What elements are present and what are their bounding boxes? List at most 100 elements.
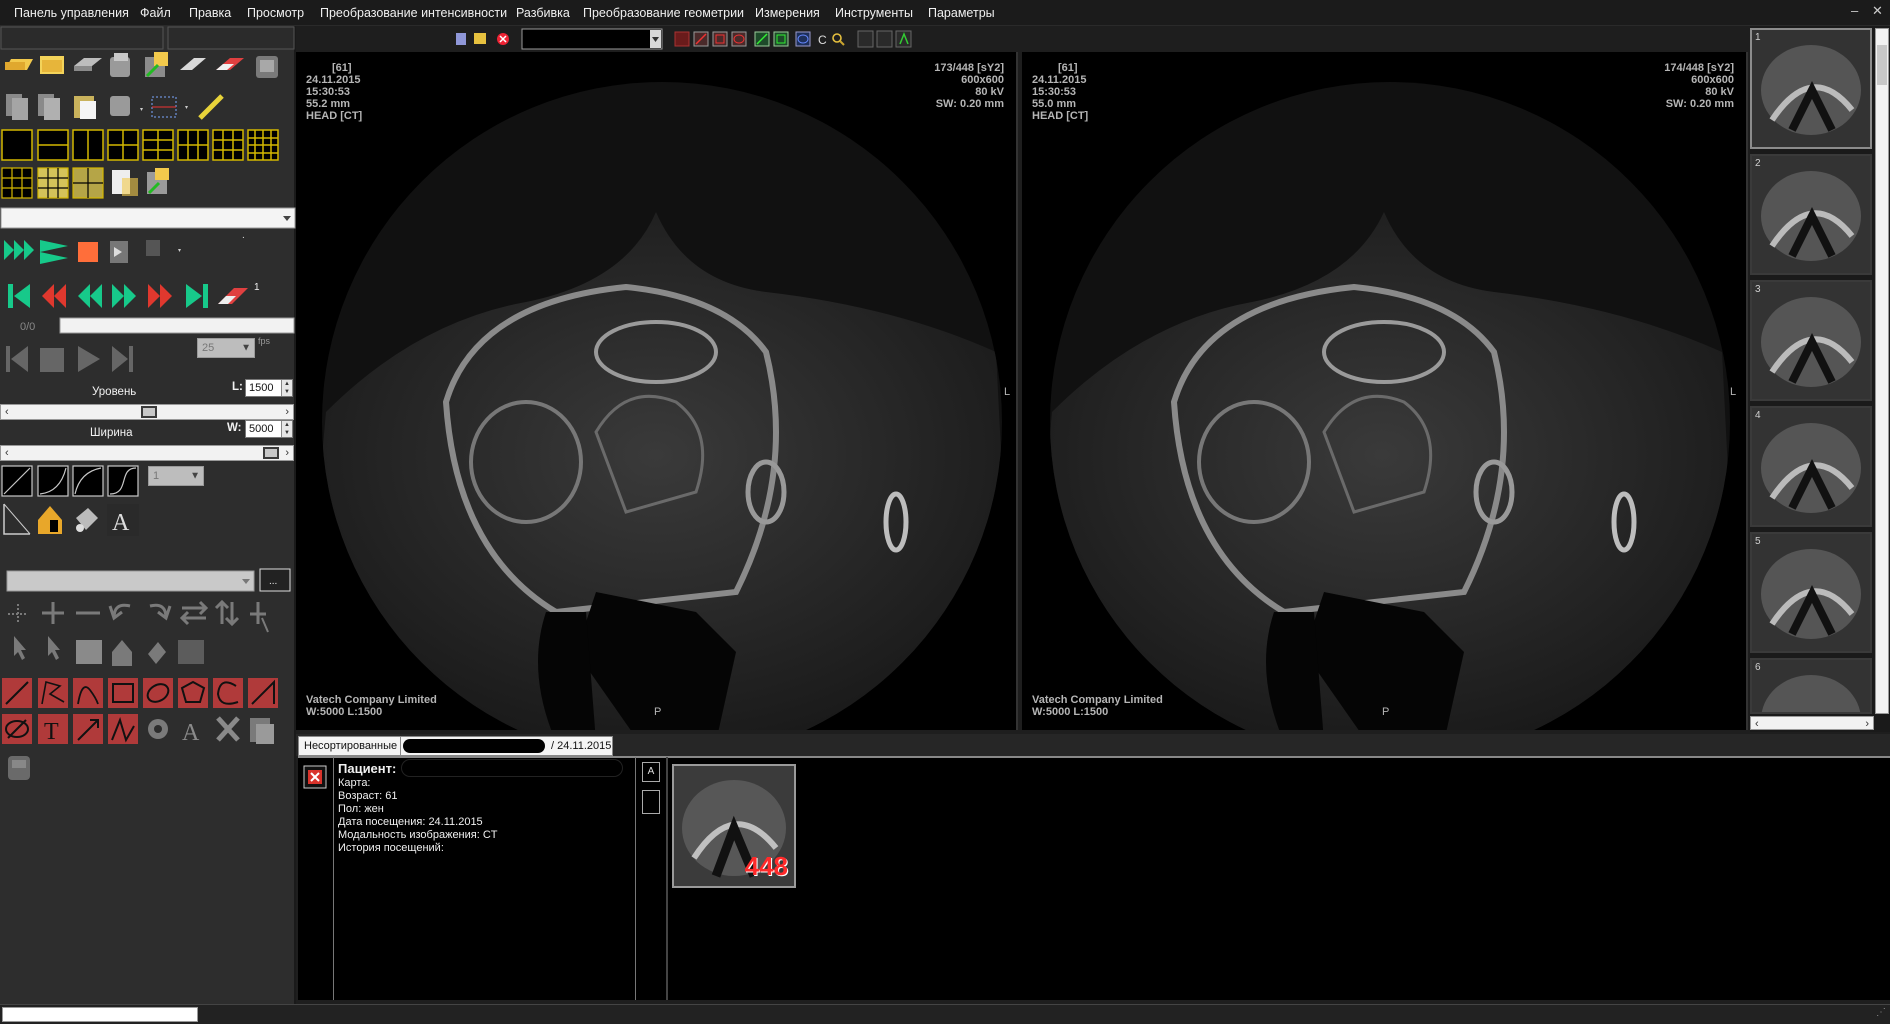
- paste-icon[interactable]: [74, 96, 96, 119]
- level-prefix: L:: [232, 381, 243, 393]
- menu-geometry-transform[interactable]: Преобразование геометрии: [583, 6, 744, 20]
- width-input[interactable]: 5000 ▲ ▼: [245, 420, 293, 438]
- menu-settings[interactable]: Параметры: [928, 6, 995, 20]
- database-icon[interactable]: [110, 53, 130, 77]
- magnifier-icon[interactable]: [832, 33, 842, 43]
- cine-option-dot: .: [242, 230, 245, 241]
- curve-combo[interactable]: 1 ▼: [148, 466, 204, 486]
- menu-control-panel[interactable]: Панель управления: [14, 6, 129, 20]
- menu-intensity-transform[interactable]: Преобразование интенсивности: [320, 6, 507, 20]
- annotation-edit-icon[interactable]: [876, 30, 893, 48]
- storage-icon[interactable]: [8, 756, 30, 780]
- settings-gear-icon[interactable]: [148, 719, 168, 739]
- forward-fast-icon[interactable]: [148, 284, 172, 308]
- ct-slice-image-2: [1050, 82, 1730, 730]
- search-box-2[interactable]: [167, 26, 295, 50]
- left-tool-panel: A ... T A 0/0 . 1 25 ▼ fps Уровень L: 15…: [0, 26, 296, 1004]
- thumbnail-hscroll[interactable]: ‹ ›: [1750, 716, 1874, 730]
- series-side-b-button[interactable]: [642, 790, 660, 814]
- green-box-icon[interactable]: [773, 31, 789, 47]
- document-icon[interactable]: [112, 170, 138, 196]
- viewport-1[interactable]: [61] 24.11.2015 15:30:53 55.2 mm HEAD [C…: [296, 52, 1018, 730]
- disabled-edit-icons: [8, 599, 269, 633]
- box-tool-icon[interactable]: [712, 31, 728, 47]
- first-frame-icon[interactable]: [8, 284, 30, 308]
- copy-all-icon[interactable]: [38, 94, 60, 120]
- frame-scrollbar[interactable]: [59, 317, 295, 334]
- close-window-icon[interactable]: ✕: [1872, 3, 1883, 19]
- folder-icon[interactable]: [474, 33, 486, 44]
- clipboard-icon[interactable]: [250, 718, 274, 744]
- thumbnail-4[interactable]: 4: [1750, 406, 1872, 527]
- library-combo[interactable]: [6, 570, 255, 592]
- page-count: 1: [254, 282, 260, 293]
- speed-combo[interactable]: 25 ▼: [197, 338, 255, 358]
- export-database-icon[interactable]: [145, 52, 168, 78]
- thumbnail-5[interactable]: 5: [1750, 532, 1872, 653]
- text-annotation-icon[interactable]: A: [107, 504, 139, 536]
- annotation-icon[interactable]: [857, 30, 874, 48]
- database-filter-icon[interactable]: [110, 96, 143, 116]
- menu-measurements[interactable]: Измерения: [755, 6, 820, 20]
- thumbnail-3[interactable]: 3: [1750, 280, 1872, 401]
- open-folders-icon[interactable]: [40, 56, 64, 74]
- minimize-icon[interactable]: ‒: [1851, 3, 1858, 18]
- annotation-tools[interactable]: [2, 678, 278, 708]
- layout-advanced-icons[interactable]: [1, 167, 104, 199]
- menu-file[interactable]: Файл: [140, 6, 171, 20]
- cine-options-icon[interactable]: [146, 240, 181, 256]
- preset-combo[interactable]: [521, 28, 663, 50]
- level-slider[interactable]: ‹ ›: [0, 404, 294, 420]
- resize-grip-icon[interactable]: ⋰: [1876, 1007, 1886, 1018]
- series-side-a-button[interactable]: A: [642, 762, 660, 782]
- house-contrast-icon[interactable]: [38, 506, 62, 534]
- menu-split[interactable]: Разбивка: [516, 6, 570, 20]
- cine-list-icon[interactable]: [40, 240, 68, 264]
- disk-icon[interactable]: [74, 58, 102, 71]
- thumbnail-strip: 1 2 3 4 5 6 ‹ ›: [1750, 26, 1890, 732]
- patient-sex: Пол: жен: [338, 803, 384, 815]
- redacted-patient-name: [402, 760, 622, 776]
- forward-icon[interactable]: [112, 284, 136, 308]
- paint-bucket-icon[interactable]: [76, 508, 98, 532]
- eraser-playback-icon[interactable]: [218, 288, 248, 304]
- status-bar: ⋰: [0, 1004, 1890, 1024]
- stop-record-icon[interactable]: [78, 242, 98, 262]
- tab-study-date[interactable]: / 24.11.2015: [400, 736, 613, 756]
- eraser-red-icon[interactable]: [216, 58, 244, 70]
- ruler-icon[interactable]: [198, 94, 224, 120]
- width-slider[interactable]: ‹ ›: [0, 445, 294, 461]
- curve-icons[interactable]: [1, 465, 139, 497]
- page-icon[interactable]: [456, 33, 466, 45]
- menu-edit[interactable]: Правка: [189, 6, 231, 20]
- rewind-icon[interactable]: [78, 284, 102, 308]
- layout-combo[interactable]: [0, 207, 296, 229]
- crop-icon[interactable]: [151, 96, 188, 118]
- print-icon[interactable]: [256, 56, 278, 78]
- rect-roi-icon[interactable]: [674, 31, 690, 47]
- copy-icon[interactable]: [6, 94, 28, 120]
- search-box-1[interactable]: [0, 26, 164, 50]
- thumbnail-scrollbar[interactable]: [1875, 28, 1889, 714]
- tab-unsorted[interactable]: Несортированные: [298, 736, 404, 756]
- delete-icon[interactable]: [216, 716, 240, 742]
- layout-grid-icons[interactable]: [1, 129, 279, 161]
- open-folder-icon[interactable]: [5, 59, 33, 70]
- thumbnail-2[interactable]: 2: [1750, 154, 1872, 275]
- menu-tools[interactable]: Инструменты: [835, 6, 913, 20]
- text-style-icon[interactable]: A: [182, 720, 200, 746]
- export-icon[interactable]: [147, 168, 169, 195]
- cine-grid-icon[interactable]: [4, 240, 34, 260]
- level-input[interactable]: 1500 ▲ ▼: [245, 379, 293, 397]
- angle-tool-icon[interactable]: [3, 503, 31, 535]
- thumbnail-6[interactable]: 6: [1750, 658, 1872, 714]
- series-thumbnail[interactable]: 448: [672, 764, 796, 888]
- annotation-tools-2[interactable]: T: [2, 714, 138, 745]
- viewport-2[interactable]: [61] 24.11.2015 15:30:53 55.0 mm HEAD [C…: [1022, 52, 1748, 730]
- last-frame-icon[interactable]: [186, 284, 208, 308]
- rewind-fast-icon[interactable]: [42, 284, 66, 308]
- eraser-gray-icon[interactable]: [180, 58, 206, 70]
- thumbnail-1[interactable]: 1: [1750, 28, 1872, 149]
- cine-export-icon[interactable]: [110, 241, 128, 263]
- menu-view[interactable]: Просмотр: [247, 6, 304, 20]
